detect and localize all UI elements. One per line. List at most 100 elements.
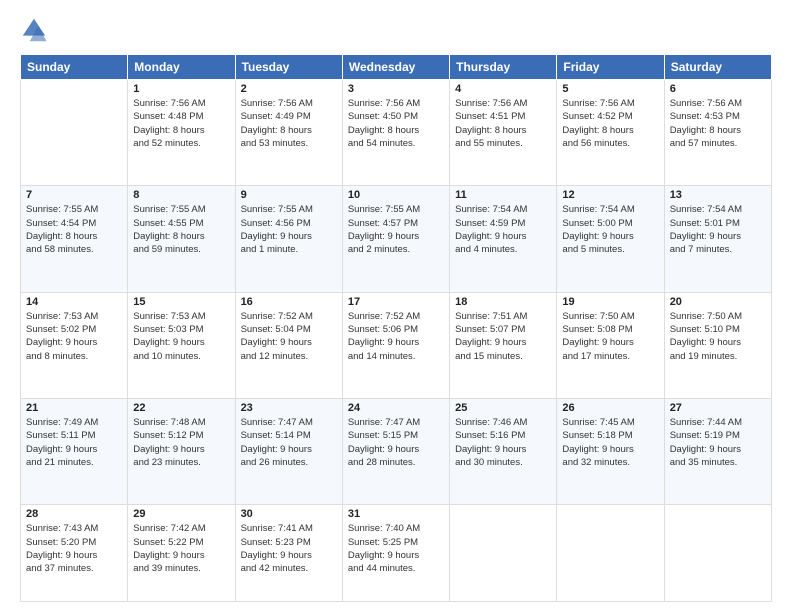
calendar-cell: 28 Sunrise: 7:43 AM Sunset: 5:20 PM Dayli… <box>21 505 128 602</box>
day-number: 2 <box>241 83 337 95</box>
calendar-cell: 23 Sunrise: 7:47 AM Sunset: 5:14 PM Dayli… <box>235 398 342 504</box>
week-row-2: 7 Sunrise: 7:55 AM Sunset: 4:54 PM Daylig… <box>21 186 772 292</box>
calendar-cell: 29Sunrise: 7:42 AM Sunset: 5:22 PM Dayli… <box>128 505 235 602</box>
day-number: 13 <box>670 189 766 201</box>
day-info: Sunrise: 7:41 AM Sunset: 5:23 PM Dayligh… <box>241 522 337 575</box>
calendar-cell: 2Sunrise: 7:56 AM Sunset: 4:49 PM Daylig… <box>235 80 342 186</box>
calendar-cell: 24Sunrise: 7:47 AM Sunset: 5:15 PM Dayli… <box>342 398 449 504</box>
calendar-cell: 16 Sunrise: 7:52 AM Sunset: 5:04 PM Dayli… <box>235 292 342 398</box>
day-number: 26 <box>562 402 658 414</box>
day-info: Sunrise: 7:40 AM Sunset: 5:25 PM Dayligh… <box>348 522 444 575</box>
calendar-cell: 10 Sunrise: 7:55 AM Sunset: 4:57 PM Dayli… <box>342 186 449 292</box>
calendar-cell: 12 Sunrise: 7:54 AM Sunset: 5:00 PM Dayli… <box>557 186 664 292</box>
calendar-cell: 6Sunrise: 7:56 AM Sunset: 4:53 PM Daylig… <box>664 80 771 186</box>
weekday-header-tuesday: Tuesday <box>235 55 342 80</box>
calendar-cell: 25 Sunrise: 7:46 AM Sunset: 5:16 PM Dayli… <box>450 398 557 504</box>
weekday-header-sunday: Sunday <box>21 55 128 80</box>
header <box>20 16 772 44</box>
day-info: Sunrise: 7:44 AM Sunset: 5:19 PM Dayligh… <box>670 416 766 469</box>
weekday-header-monday: Monday <box>128 55 235 80</box>
day-info: Sunrise: 7:55 AM Sunset: 4:57 PM Dayligh… <box>348 203 444 256</box>
day-info: Sunrise: 7:51 AM Sunset: 5:07 PM Dayligh… <box>455 310 551 363</box>
day-info: Sunrise: 7:55 AM Sunset: 4:55 PM Dayligh… <box>133 203 229 256</box>
calendar-cell: 3 Sunrise: 7:56 AM Sunset: 4:50 PM Daylig… <box>342 80 449 186</box>
day-info: Sunrise: 7:52 AM Sunset: 5:06 PM Dayligh… <box>348 310 444 363</box>
calendar-cell: 1 Sunrise: 7:56 AM Sunset: 4:48 PM Daylig… <box>128 80 235 186</box>
day-number: 23 <box>241 402 337 414</box>
day-number: 19 <box>562 296 658 308</box>
day-info: Sunrise: 7:54 AM Sunset: 5:00 PM Dayligh… <box>562 203 658 256</box>
calendar-cell: 26 Sunrise: 7:45 AM Sunset: 5:18 PM Dayli… <box>557 398 664 504</box>
calendar-cell <box>557 505 664 602</box>
calendar-cell: 18Sunrise: 7:51 AM Sunset: 5:07 PM Dayli… <box>450 292 557 398</box>
day-number: 1 <box>133 83 229 95</box>
day-number: 25 <box>455 402 551 414</box>
day-info: Sunrise: 7:50 AM Sunset: 5:08 PM Dayligh… <box>562 310 658 363</box>
day-info: Sunrise: 7:56 AM Sunset: 4:51 PM Dayligh… <box>455 97 551 150</box>
day-info: Sunrise: 7:56 AM Sunset: 4:52 PM Dayligh… <box>562 97 658 150</box>
calendar-cell: 15 Sunrise: 7:53 AM Sunset: 5:03 PM Dayli… <box>128 292 235 398</box>
day-number: 3 <box>348 83 444 95</box>
week-row-4: 21Sunrise: 7:49 AM Sunset: 5:11 PM Dayli… <box>21 398 772 504</box>
calendar-cell: 7 Sunrise: 7:55 AM Sunset: 4:54 PM Daylig… <box>21 186 128 292</box>
day-number: 16 <box>241 296 337 308</box>
day-info: Sunrise: 7:55 AM Sunset: 4:56 PM Dayligh… <box>241 203 337 256</box>
day-info: Sunrise: 7:45 AM Sunset: 5:18 PM Dayligh… <box>562 416 658 469</box>
day-info: Sunrise: 7:46 AM Sunset: 5:16 PM Dayligh… <box>455 416 551 469</box>
day-info: Sunrise: 7:48 AM Sunset: 5:12 PM Dayligh… <box>133 416 229 469</box>
day-number: 12 <box>562 189 658 201</box>
day-number: 8 <box>133 189 229 201</box>
calendar-cell: 14 Sunrise: 7:53 AM Sunset: 5:02 PM Dayli… <box>21 292 128 398</box>
day-info: Sunrise: 7:54 AM Sunset: 4:59 PM Dayligh… <box>455 203 551 256</box>
weekday-header-row: SundayMondayTuesdayWednesdayThursdayFrid… <box>21 55 772 80</box>
week-row-1: 1 Sunrise: 7:56 AM Sunset: 4:48 PM Daylig… <box>21 80 772 186</box>
day-number: 20 <box>670 296 766 308</box>
day-info: Sunrise: 7:54 AM Sunset: 5:01 PM Dayligh… <box>670 203 766 256</box>
day-info: Sunrise: 7:53 AM Sunset: 5:02 PM Dayligh… <box>26 310 122 363</box>
week-row-5: 28 Sunrise: 7:43 AM Sunset: 5:20 PM Dayli… <box>21 505 772 602</box>
day-info: Sunrise: 7:47 AM Sunset: 5:14 PM Dayligh… <box>241 416 337 469</box>
calendar-cell: 8 Sunrise: 7:55 AM Sunset: 4:55 PM Daylig… <box>128 186 235 292</box>
day-info: Sunrise: 7:52 AM Sunset: 5:04 PM Dayligh… <box>241 310 337 363</box>
day-number: 24 <box>348 402 444 414</box>
weekday-header-friday: Friday <box>557 55 664 80</box>
weekday-header-saturday: Saturday <box>664 55 771 80</box>
logo-icon <box>20 16 48 44</box>
week-row-3: 14 Sunrise: 7:53 AM Sunset: 5:02 PM Dayli… <box>21 292 772 398</box>
calendar-cell: 11 Sunrise: 7:54 AM Sunset: 4:59 PM Dayli… <box>450 186 557 292</box>
day-number: 14 <box>26 296 122 308</box>
day-number: 6 <box>670 83 766 95</box>
day-number: 17 <box>348 296 444 308</box>
day-number: 5 <box>562 83 658 95</box>
calendar-cell: 27Sunrise: 7:44 AM Sunset: 5:19 PM Dayli… <box>664 398 771 504</box>
day-number: 7 <box>26 189 122 201</box>
calendar-cell <box>450 505 557 602</box>
weekday-header-thursday: Thursday <box>450 55 557 80</box>
calendar-cell <box>664 505 771 602</box>
day-number: 28 <box>26 508 122 520</box>
page: SundayMondayTuesdayWednesdayThursdayFrid… <box>0 0 792 612</box>
day-info: Sunrise: 7:56 AM Sunset: 4:48 PM Dayligh… <box>133 97 229 150</box>
day-number: 15 <box>133 296 229 308</box>
day-info: Sunrise: 7:56 AM Sunset: 4:50 PM Dayligh… <box>348 97 444 150</box>
weekday-header-wednesday: Wednesday <box>342 55 449 80</box>
calendar-cell: 5 Sunrise: 7:56 AM Sunset: 4:52 PM Daylig… <box>557 80 664 186</box>
day-number: 9 <box>241 189 337 201</box>
day-number: 11 <box>455 189 551 201</box>
day-number: 30 <box>241 508 337 520</box>
calendar-table: SundayMondayTuesdayWednesdayThursdayFrid… <box>20 54 772 602</box>
calendar-cell: 30 Sunrise: 7:41 AM Sunset: 5:23 PM Dayli… <box>235 505 342 602</box>
calendar-cell: 4 Sunrise: 7:56 AM Sunset: 4:51 PM Daylig… <box>450 80 557 186</box>
day-info: Sunrise: 7:55 AM Sunset: 4:54 PM Dayligh… <box>26 203 122 256</box>
calendar-cell: 17 Sunrise: 7:52 AM Sunset: 5:06 PM Dayli… <box>342 292 449 398</box>
calendar-cell: 31Sunrise: 7:40 AM Sunset: 5:25 PM Dayli… <box>342 505 449 602</box>
day-info: Sunrise: 7:53 AM Sunset: 5:03 PM Dayligh… <box>133 310 229 363</box>
calendar-cell <box>21 80 128 186</box>
day-info: Sunrise: 7:43 AM Sunset: 5:20 PM Dayligh… <box>26 522 122 575</box>
day-number: 29 <box>133 508 229 520</box>
day-info: Sunrise: 7:49 AM Sunset: 5:11 PM Dayligh… <box>26 416 122 469</box>
calendar-cell: 13 Sunrise: 7:54 AM Sunset: 5:01 PM Dayli… <box>664 186 771 292</box>
day-number: 4 <box>455 83 551 95</box>
day-number: 10 <box>348 189 444 201</box>
calendar-cell: 21Sunrise: 7:49 AM Sunset: 5:11 PM Dayli… <box>21 398 128 504</box>
